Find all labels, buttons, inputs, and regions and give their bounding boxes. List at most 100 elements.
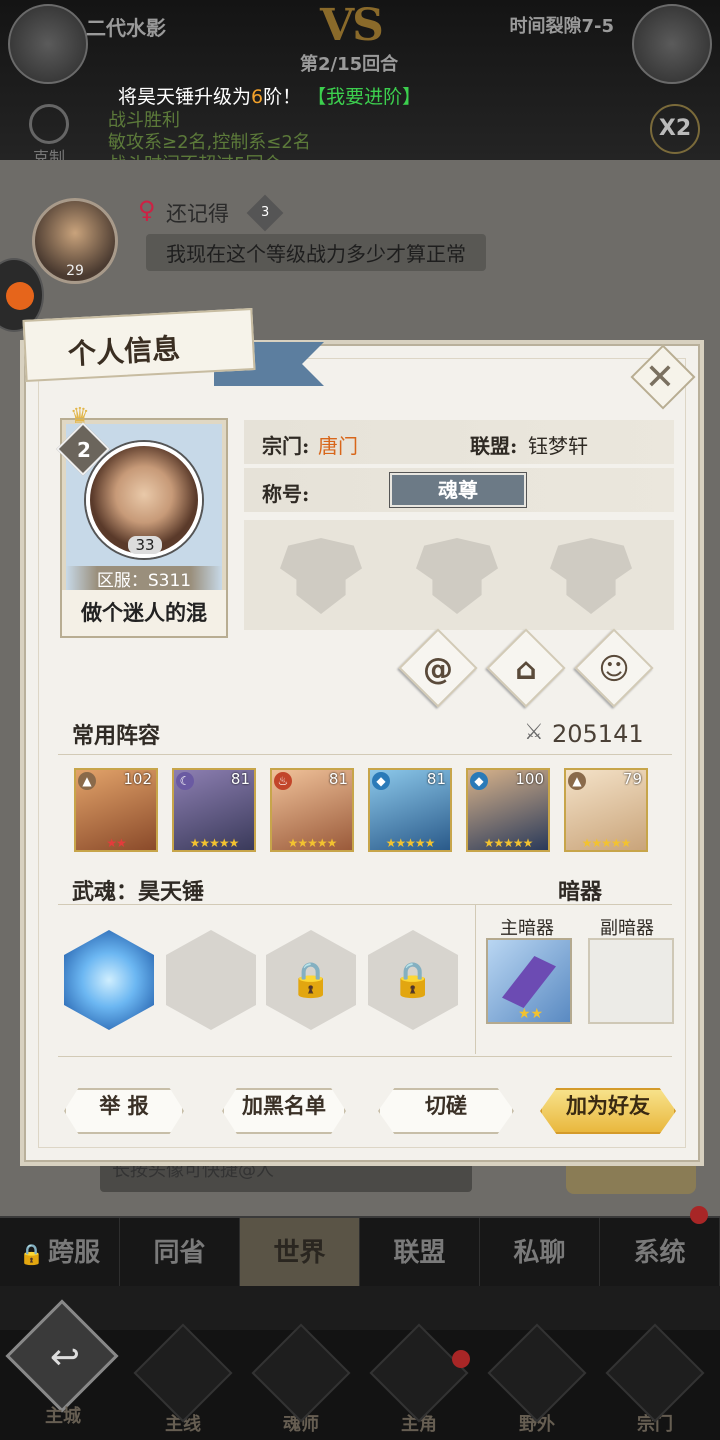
hero-stars: ★★ (106, 836, 127, 850)
friends-icon[interactable]: ☺ (584, 640, 644, 700)
divider (58, 1056, 672, 1057)
chat-avatar[interactable]: 29 (32, 198, 118, 284)
player-server: 区服：S311 (66, 566, 222, 591)
tab-private[interactable]: 私聊 (480, 1218, 600, 1286)
sect-label: 宗门: (262, 434, 310, 458)
main-hidden-weapon-slot[interactable]: ★★ (486, 938, 572, 1024)
profile-modal: 个人信息 ✕ 33 区服：S311 做个迷人的混 ♛ 2 宗门: 唐门 联盟: … (20, 308, 704, 1166)
title-row: 称号: 魂尊 (244, 468, 674, 512)
hero-stars: ★★★★★ (385, 836, 436, 850)
lock-icon: 🔒 (19, 1242, 44, 1266)
chat-message: 我现在这个等级战力多少才算正常 (146, 234, 486, 271)
tab-cross-server[interactable]: 🔒 跨服 (0, 1218, 120, 1286)
back-arrow-icon[interactable]: ↩ (42, 1338, 88, 1378)
hidden-weapon-title: 暗器 (558, 879, 603, 905)
medal-slot-icon[interactable] (550, 538, 632, 614)
hero-stars: ★★★★★ (287, 836, 338, 850)
modal-title: 个人信息 (67, 332, 181, 371)
element-icon: ◆ (372, 772, 390, 790)
at-icon[interactable]: @ (408, 640, 468, 700)
hero-slot[interactable]: ▲ 79 ★★★★★ (564, 768, 648, 852)
sect-league-row: 宗门: 唐门 联盟: 钰梦轩 (244, 420, 674, 464)
nav-main-city[interactable]: 主城 (8, 1400, 118, 1440)
notice-level: 6 (251, 86, 264, 108)
sect-value: 唐门 (318, 434, 358, 458)
element-icon: ▲ (78, 772, 96, 790)
close-icon[interactable]: ✕ (638, 356, 682, 400)
hero-slot[interactable]: ☾ 81 ★★★★★ (172, 768, 256, 852)
stage-name: 时间裂隙7-5 (509, 16, 614, 37)
divider (58, 754, 672, 755)
player-name: 做个迷人的混 (62, 590, 226, 636)
left-team-emblem (8, 4, 88, 84)
notice-prefix: 将昊天锤升级为 (118, 86, 252, 108)
main-hidden-weapon-label: 主暗器 (500, 918, 554, 939)
weapon-stars: ★★ (518, 1006, 544, 1022)
upgrade-notice: 将昊天锤升级为6阶！ 【我要进阶】 (118, 82, 421, 109)
protagonist-notification-dot (452, 1350, 470, 1368)
round-counter: 第2/15回合 (300, 54, 399, 75)
soul-master-icon (251, 1323, 351, 1423)
hero-stars: ★★★★★ (189, 836, 240, 850)
protagonist-icon (369, 1323, 469, 1423)
sub-hidden-weapon-slot[interactable] (588, 938, 674, 1024)
restrain-icon (29, 104, 69, 144)
condition-3: 战斗时间不超过5回合 (108, 150, 281, 160)
hero-level: 81 (230, 770, 250, 788)
medal-showcase (244, 520, 674, 630)
sect-icon (605, 1323, 705, 1423)
advance-link[interactable]: 【我要进阶】 (307, 86, 421, 108)
story-icon (133, 1323, 233, 1423)
hero-slot[interactable]: ◆ 81 ★★★★★ (368, 768, 452, 852)
element-icon: ♨ (274, 772, 292, 790)
chat-sender-name: 还记得 (166, 202, 229, 226)
league-value: 钰梦轩 (528, 434, 588, 458)
nav-wilderness[interactable]: 野外 (482, 1323, 592, 1438)
medal-slot-icon[interactable] (280, 538, 362, 614)
lock-icon: 🔒 (391, 960, 435, 1000)
tab-system[interactable]: 系统 (600, 1218, 720, 1286)
lineup-title: 常用阵容 (72, 723, 161, 749)
hero-level: 81 (426, 770, 446, 788)
hero-stars: ★★★★★ (483, 836, 534, 850)
chat-avatar-level: 29 (66, 263, 84, 279)
combat-power: 205141 (552, 720, 644, 748)
hero-slot[interactable]: ◆ 100 ★★★★★ (466, 768, 550, 852)
right-team-emblem (632, 4, 712, 84)
blacklist-button[interactable]: 加黑名单 (222, 1088, 346, 1134)
title-label: 称号: (262, 482, 310, 506)
medal-slot-icon[interactable] (416, 538, 498, 614)
chat-channel-tabs: 🔒 跨服 同省 世界 联盟 私聊 系统 (0, 1216, 720, 1286)
sub-hidden-weapon-label: 副暗器 (600, 918, 654, 939)
hero-level: 100 (515, 770, 544, 788)
female-icon: ♀ (138, 196, 156, 224)
nav-sect[interactable]: 宗门 (600, 1323, 710, 1438)
tab-world[interactable]: 世界 (240, 1218, 360, 1286)
player-level: 33 (128, 536, 162, 554)
hidden-weapon-icon (502, 956, 556, 1008)
spar-button[interactable]: 切磋 (378, 1088, 514, 1134)
wilderness-icon (487, 1323, 587, 1423)
tab-province[interactable]: 同省 (120, 1218, 240, 1286)
hero-slot[interactable]: ▲ 102 ★★ (74, 768, 158, 852)
tab-league[interactable]: 联盟 (360, 1218, 480, 1286)
left-team-name: 二代水影 (86, 16, 166, 40)
report-button[interactable]: 举 报 (64, 1088, 184, 1134)
add-friend-button[interactable]: 加为好友 (540, 1088, 676, 1134)
crossed-swords-icon: ⚔ (524, 720, 544, 745)
soul-title: 武魂：昊天锤 (72, 879, 205, 905)
nav-main-story[interactable]: 主线 (128, 1323, 238, 1438)
hero-slot[interactable]: ♨ 81 ★★★★★ (270, 768, 354, 852)
element-icon: ▲ (568, 772, 586, 790)
quick-slots (0, 1286, 720, 1330)
speed-toggle[interactable]: X2 (650, 104, 700, 154)
nav-soul-master[interactable]: 魂师 (246, 1323, 356, 1438)
vs-label: VS (320, 0, 384, 51)
hero-stars: ★★★★★ (581, 836, 632, 850)
bottom-nav: ↩ 主城 主线 魂师 主角 野外 宗门 (0, 1286, 720, 1440)
restrain-button[interactable]: 克制 (26, 104, 72, 167)
hero-level: 81 (328, 770, 348, 788)
battle-header: 二代水影 VS 时间裂隙7-5 第2/15回合 克制 战斗胜利 敏攻系≥2名,控… (0, 0, 720, 167)
home-icon[interactable]: ⌂ (496, 640, 556, 700)
league-label: 联盟: (470, 434, 518, 458)
